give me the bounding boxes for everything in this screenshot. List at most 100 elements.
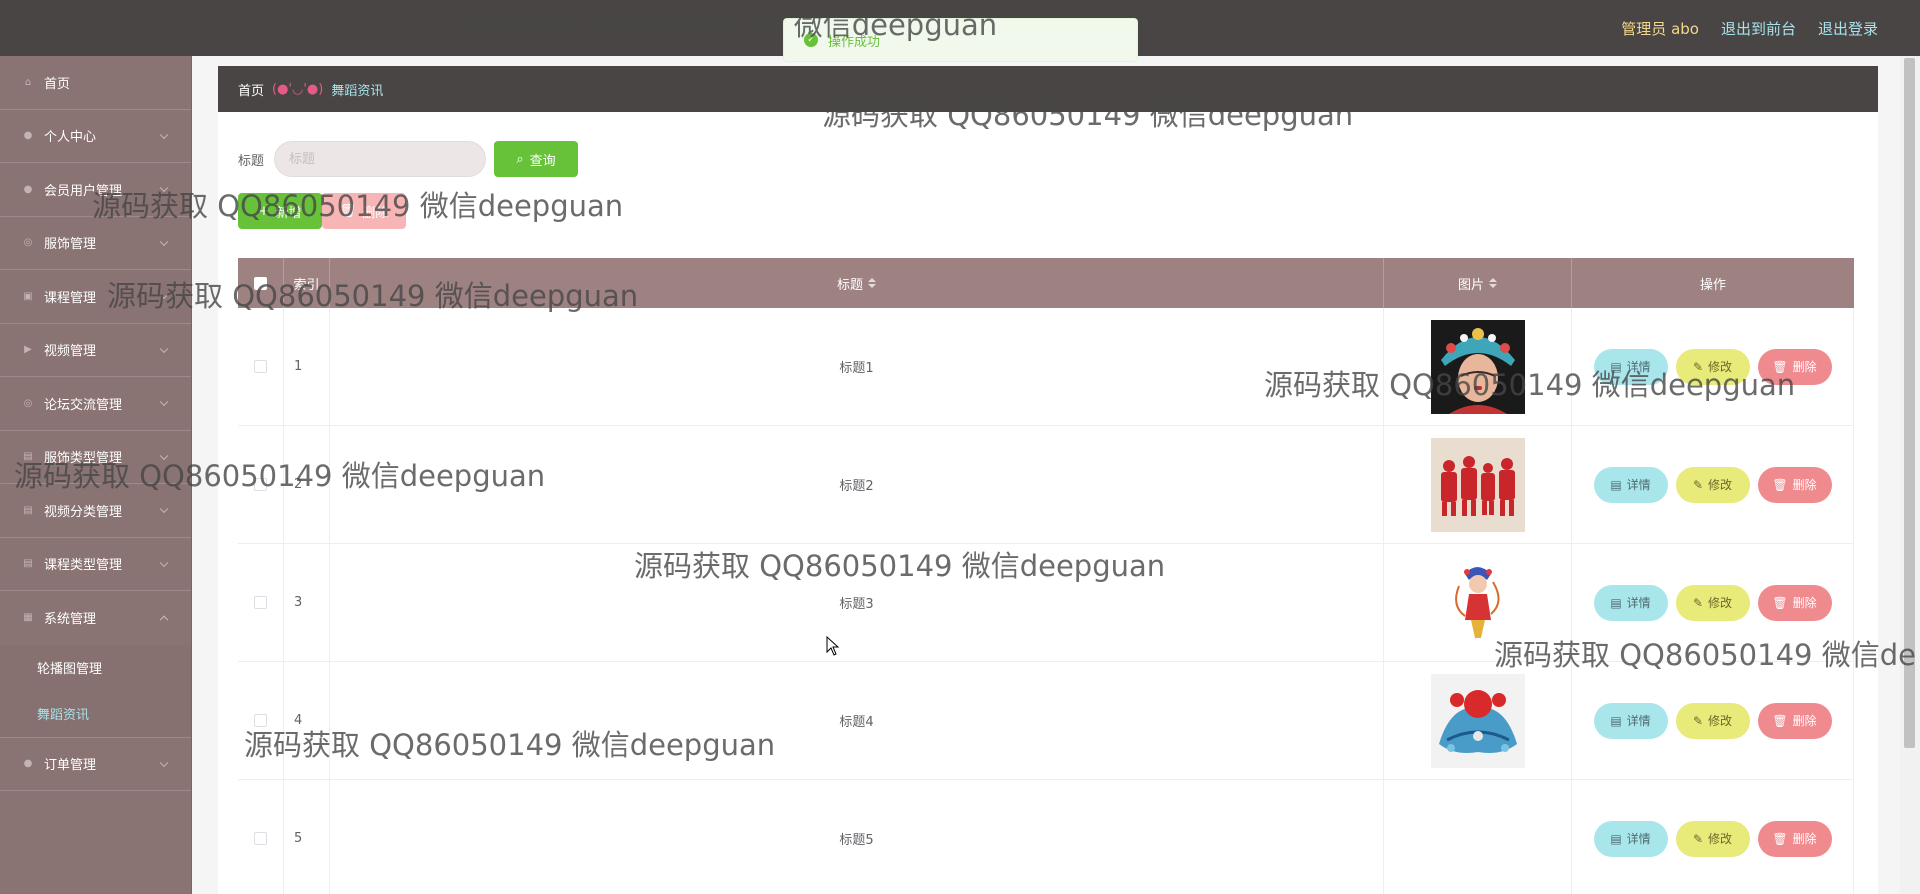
opera-puppet-figure-image xyxy=(1430,555,1525,650)
edit-button-label: 修改 xyxy=(1708,478,1733,492)
sidebar-item-label: 会员用户管理 xyxy=(44,183,123,199)
pencil-icon: ✎ xyxy=(1692,595,1704,610)
row-checkbox[interactable] xyxy=(254,596,267,609)
pencil-icon: ✎ xyxy=(1692,359,1704,374)
row-checkbox-cell xyxy=(238,308,284,425)
sidebar-item-system[interactable]: ▦ 系统管理 xyxy=(0,591,191,645)
header-select-all xyxy=(238,258,284,308)
row-operations: ▤ 详情 ✎ 修改 🗑 删除 xyxy=(1572,780,1854,894)
breadcrumb: 首页 (●'◡'●) 舞蹈资讯 xyxy=(218,66,1878,112)
search-icon: ⌕ xyxy=(516,151,524,167)
row-checkbox[interactable] xyxy=(254,478,267,491)
sidebar-subitem-carousel[interactable]: 轮播图管理 xyxy=(0,644,191,691)
detail-button[interactable]: ▤ 详情 xyxy=(1593,702,1668,739)
row-title: 标题4 xyxy=(330,662,1384,779)
sidebar-item-courses[interactable]: ▣ 课程管理 xyxy=(0,270,191,324)
sidebar-item-label: 视频管理 xyxy=(44,344,97,360)
row-index: 4 xyxy=(284,662,330,779)
delete-button[interactable]: 🗑 删除 xyxy=(1757,820,1832,857)
batch-delete-button[interactable]: 🗑 删除 xyxy=(322,193,406,229)
opera-headdress-portrait-image xyxy=(1430,319,1525,414)
delete-button-label: 删除 xyxy=(1792,596,1817,610)
edit-button-label: 修改 xyxy=(1708,714,1733,728)
row-checkbox[interactable] xyxy=(254,360,267,373)
sort-icon[interactable] xyxy=(868,278,876,288)
system-submenu: 轮播图管理 舞蹈资讯 xyxy=(0,644,191,738)
edit-button[interactable]: ✎ 修改 xyxy=(1675,702,1750,739)
category-icon: ▤ xyxy=(23,558,33,570)
chevron-down-icon xyxy=(159,237,169,246)
sidebar-item-label: 首页 xyxy=(44,76,71,92)
sort-icon[interactable] xyxy=(1489,278,1497,288)
video-icon: ▶ xyxy=(24,344,32,356)
row-index: 2 xyxy=(284,426,330,543)
header-operations: 操作 xyxy=(1699,277,1726,293)
vertical-scrollbar[interactable] xyxy=(1900,56,1920,894)
row-image-cell xyxy=(1384,426,1572,543)
logout-link[interactable]: 退出登录 xyxy=(1818,18,1878,39)
red-paper-cut-figures-image xyxy=(1430,437,1525,532)
search-label: 标题 xyxy=(238,153,265,169)
row-image-cell xyxy=(1384,780,1572,894)
edit-button[interactable]: ✎ 修改 xyxy=(1675,820,1750,857)
sidebar: ⌂ 首页 ● 个人中心 ● 会员用户管理 ◎ 服饰管理 ▣ 课程管理 ▶ 视频管… xyxy=(0,56,192,894)
main-content: 首页 (●'◡'●) 舞蹈资讯 标题 ⌕ 查询 + 新增 🗑 删除 索引 标题 xyxy=(218,66,1878,894)
search-input[interactable] xyxy=(274,141,487,177)
delete-button[interactable]: 🗑 删除 xyxy=(1757,348,1832,385)
edit-button[interactable]: ✎ 修改 xyxy=(1675,348,1750,385)
sidebar-item-clothes[interactable]: ◎ 服饰管理 xyxy=(0,217,191,270)
sidebar-item-label: 课程类型管理 xyxy=(44,558,123,574)
sidebar-item-personal-center[interactable]: ● 个人中心 xyxy=(0,110,191,163)
sidebar-item-orders[interactable]: ● 订单管理 xyxy=(0,738,191,791)
delete-button[interactable]: 🗑 删除 xyxy=(1757,584,1832,621)
row-checkbox[interactable] xyxy=(254,832,267,845)
edit-button[interactable]: ✎ 修改 xyxy=(1675,466,1750,503)
edit-button[interactable]: ✎ 修改 xyxy=(1675,584,1750,621)
detail-button[interactable]: ▤ 详情 xyxy=(1593,348,1668,385)
breadcrumb-home[interactable]: 首页 xyxy=(238,80,264,99)
sidebar-item-label: 个人中心 xyxy=(44,130,97,146)
detail-button[interactable]: ▤ 详情 xyxy=(1593,820,1668,857)
sidebar-item-label: 服饰类型管理 xyxy=(44,451,123,467)
sidebar-item-home[interactable]: ⌂ 首页 xyxy=(0,56,191,110)
detail-button-label: 详情 xyxy=(1626,714,1651,728)
detail-button[interactable]: ▤ 详情 xyxy=(1593,584,1668,621)
back-to-front-link[interactable]: 退出到前台 xyxy=(1721,18,1796,39)
sidebar-item-course-types[interactable]: ▤ 课程类型管理 xyxy=(0,538,191,591)
table-header: 索引 标题 图片 操作 xyxy=(238,258,1854,308)
sidebar-item-member-users[interactable]: ● 会员用户管理 xyxy=(0,163,191,217)
query-button[interactable]: ⌕ 查询 xyxy=(494,141,579,177)
header-image[interactable]: 图片 xyxy=(1384,258,1572,308)
add-button-label: 新增 xyxy=(275,205,302,221)
table-row: 2 标题2 ▤ 详情 ✎ 修改 🗑 删除 xyxy=(238,426,1854,544)
pencil-icon: ✎ xyxy=(1692,477,1704,492)
chevron-down-icon xyxy=(159,504,169,514)
detail-button[interactable]: ▤ 详情 xyxy=(1593,466,1668,503)
sidebar-subitem-dance-news[interactable]: 舞蹈资讯 xyxy=(0,690,191,737)
sidebar-item-forum[interactable]: ◎ 论坛交流管理 xyxy=(0,377,191,431)
header-image-label: 图片 xyxy=(1457,277,1484,293)
scrollbar-thumb[interactable] xyxy=(1904,58,1915,748)
forum-icon: ◎ xyxy=(23,397,33,409)
table-row: 1 标题1 ▤ 详情 ✎ 修改 🗑 删除 xyxy=(238,308,1854,426)
add-button[interactable]: + 新增 xyxy=(238,193,322,229)
success-toast: ✓ 操作成功 xyxy=(783,18,1138,62)
admin-label: 管理员 abo xyxy=(1621,19,1699,38)
delete-button[interactable]: 🗑 删除 xyxy=(1757,702,1832,739)
detail-button-label: 详情 xyxy=(1626,478,1651,492)
delete-button-label: 删除 xyxy=(1792,832,1817,846)
row-checkbox-cell xyxy=(238,426,284,543)
table-row: 5 标题5 ▤ 详情 ✎ 修改 🗑 删除 xyxy=(238,780,1854,894)
header-title[interactable]: 标题 xyxy=(330,258,1384,308)
select-all-checkbox[interactable] xyxy=(254,276,267,290)
trash-icon: 🗑 xyxy=(1772,831,1788,846)
row-title: 标题5 xyxy=(330,780,1384,894)
row-operations: ▤ 详情 ✎ 修改 🗑 删除 xyxy=(1572,544,1854,661)
delete-button-label: 删除 xyxy=(1792,714,1817,728)
edit-button-label: 修改 xyxy=(1708,360,1733,374)
row-checkbox[interactable] xyxy=(254,714,267,727)
sidebar-item-video-categories[interactable]: ▤ 视频分类管理 xyxy=(0,484,191,538)
sidebar-item-videos[interactable]: ▶ 视频管理 xyxy=(0,324,191,377)
sidebar-item-clothes-types[interactable]: ▤ 服饰类型管理 xyxy=(0,431,191,484)
delete-button[interactable]: 🗑 删除 xyxy=(1757,466,1832,503)
